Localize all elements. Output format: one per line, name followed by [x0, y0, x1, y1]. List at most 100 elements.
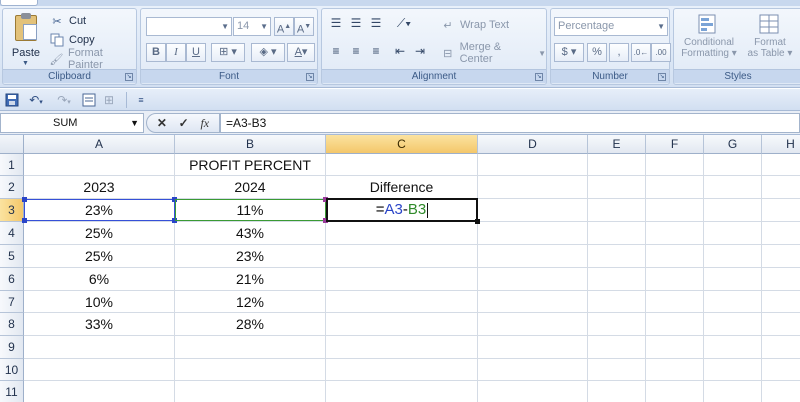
cell-d1[interactable]: [478, 154, 588, 176]
cell-a8[interactable]: 33%: [24, 313, 175, 336]
cell-g2[interactable]: [704, 176, 762, 199]
clipboard-launcher-icon[interactable]: ↘: [125, 73, 133, 81]
cell-b4[interactable]: 43%: [175, 222, 326, 245]
cell-b6[interactable]: 21%: [175, 268, 326, 291]
cell-b7[interactable]: 12%: [175, 291, 326, 313]
cell-e5[interactable]: [588, 245, 646, 268]
cell-g8[interactable]: [704, 313, 762, 336]
select-all-corner[interactable]: [0, 135, 24, 154]
font-size-box[interactable]: 14 ▼: [233, 17, 271, 36]
format-painter-button[interactable]: 🖌 Format Painter: [49, 47, 136, 71]
cell-b2[interactable]: 2024: [175, 176, 326, 199]
column-header-f[interactable]: F: [646, 135, 704, 154]
cell-a10[interactable]: [24, 359, 175, 381]
cell-g5[interactable]: [704, 245, 762, 268]
enter-icon[interactable]: ✓: [179, 116, 189, 130]
cell-h10[interactable]: [762, 359, 800, 381]
orientation-button[interactable]: ⟋▾: [390, 15, 418, 34]
cell-e9[interactable]: [588, 336, 646, 359]
cell-h1[interactable]: [762, 154, 800, 176]
column-header-b[interactable]: B: [175, 135, 326, 154]
cell-e3[interactable]: [588, 199, 646, 222]
cell-f7[interactable]: [646, 291, 704, 313]
cell-f3[interactable]: [646, 199, 704, 222]
cell-f9[interactable]: [646, 336, 704, 359]
grow-font-button[interactable]: A▲: [274, 17, 294, 36]
cell-a7[interactable]: 10%: [24, 291, 175, 313]
cell-h4[interactable]: [762, 222, 800, 245]
redo-icon[interactable]: ↷▾: [52, 92, 76, 108]
cell-a1[interactable]: [24, 154, 175, 176]
cell-d7[interactable]: [478, 291, 588, 313]
cell-a2[interactable]: 2023: [24, 176, 175, 199]
cell-f6[interactable]: [646, 268, 704, 291]
cell-f10[interactable]: [646, 359, 704, 381]
font-color-button[interactable]: A▾: [287, 43, 315, 62]
cell-b8[interactable]: 28%: [175, 313, 326, 336]
cell-c10[interactable]: [326, 359, 478, 381]
insert-function-button[interactable]: fx: [200, 116, 209, 131]
cell-a11[interactable]: [24, 381, 175, 402]
ref-a3-handle-tl[interactable]: [22, 197, 27, 202]
decrease-indent-button[interactable]: ⇤: [390, 43, 410, 62]
row-header-5[interactable]: 5: [0, 245, 24, 268]
align-bottom-button[interactable]: ☰: [366, 15, 386, 34]
row-header-4[interactable]: 4: [0, 222, 24, 245]
name-box-dropdown-icon[interactable]: ▼: [130, 114, 139, 132]
cell-c9[interactable]: [326, 336, 478, 359]
row-header-6[interactable]: 6: [0, 268, 24, 291]
cell-c4[interactable]: [326, 222, 478, 245]
cell-f8[interactable]: [646, 313, 704, 336]
cell-g3[interactable]: [704, 199, 762, 222]
cell-c8[interactable]: [326, 313, 478, 336]
cell-d5[interactable]: [478, 245, 588, 268]
cell-f1[interactable]: [646, 154, 704, 176]
cell-a6[interactable]: 6%: [24, 268, 175, 291]
cell-e4[interactable]: [588, 222, 646, 245]
tab-home[interactable]: [0, 0, 38, 6]
column-header-g[interactable]: G: [704, 135, 762, 154]
italic-button[interactable]: I: [166, 43, 186, 62]
cell-d10[interactable]: [478, 359, 588, 381]
cell-g11[interactable]: [704, 381, 762, 402]
row-header-7[interactable]: 7: [0, 291, 24, 313]
row-header-10[interactable]: 10: [0, 359, 24, 381]
row-header-1[interactable]: 1: [0, 154, 24, 176]
shrink-font-button[interactable]: A▼: [294, 17, 314, 36]
cell-e8[interactable]: [588, 313, 646, 336]
undo-icon[interactable]: ↶▾: [24, 92, 48, 108]
cell-h6[interactable]: [762, 268, 800, 291]
increase-decimal-button[interactable]: .0←: [631, 43, 651, 62]
fill-handle[interactable]: [475, 219, 480, 224]
ref-a3-handle-bl[interactable]: [22, 218, 27, 223]
cell-h11[interactable]: [762, 381, 800, 402]
column-header-d[interactable]: D: [478, 135, 588, 154]
worksheet-grid[interactable]: A B C D E F G H 1 2 3 4 5 6 7 8 9 10 11 PROFIT PER…: [0, 135, 800, 402]
conditional-formatting-button[interactable]: Conditional Formatting ▾: [676, 11, 742, 69]
cancel-icon[interactable]: ✕: [157, 116, 167, 130]
cell-b10[interactable]: [175, 359, 326, 381]
font-name-box[interactable]: ▼: [146, 17, 232, 36]
column-header-c[interactable]: C: [326, 135, 478, 154]
table-icon[interactable]: ⊞: [100, 92, 118, 108]
customize-qat-icon[interactable]: ≡: [134, 92, 148, 108]
fill-color-button[interactable]: ◈ ▾: [251, 43, 285, 62]
cell-g1[interactable]: [704, 154, 762, 176]
number-launcher-icon[interactable]: ↘: [658, 73, 666, 81]
row-header-9[interactable]: 9: [0, 336, 24, 359]
cell-d11[interactable]: [478, 381, 588, 402]
alignment-launcher-icon[interactable]: ↘: [535, 73, 543, 81]
cell-f11[interactable]: [646, 381, 704, 402]
row-header-8[interactable]: 8: [0, 313, 24, 336]
cell-h3[interactable]: [762, 199, 800, 222]
save-icon[interactable]: [4, 92, 20, 108]
cell-c11[interactable]: [326, 381, 478, 402]
cell-b1[interactable]: PROFIT PERCENT: [175, 154, 326, 176]
cell-a9[interactable]: [24, 336, 175, 359]
align-center-button[interactable]: ≡: [346, 43, 366, 62]
cell-f2[interactable]: [646, 176, 704, 199]
wrap-text-button[interactable]: ↵ Wrap Text: [440, 16, 509, 34]
accounting-button[interactable]: $ ▾: [554, 43, 584, 62]
cell-d9[interactable]: [478, 336, 588, 359]
align-top-button[interactable]: ☰: [326, 15, 346, 34]
